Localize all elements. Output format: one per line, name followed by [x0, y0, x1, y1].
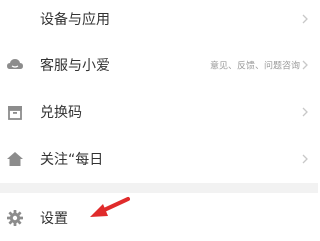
menu-item-devices[interactable]: 设备与应用 [0, 0, 318, 42]
chevron-right-icon [302, 60, 308, 70]
menu-item-label: 设置 [40, 211, 68, 227]
menu-item-label: 设备与应用 [40, 12, 110, 28]
cloud-icon [7, 59, 23, 69]
red-arrow-annotation [90, 197, 130, 217]
menu-item-customer-service[interactable]: 客服与小爱 意见、反馈、问题咨询 [0, 42, 318, 88]
section-gap [0, 183, 318, 193]
menu-item-label: 客服与小爱 [40, 58, 110, 74]
device-icon [6, 10, 24, 28]
box-icon [8, 106, 22, 120]
menu-item-label: 兑换码 [40, 105, 82, 121]
chevron-right-icon [302, 14, 308, 24]
chevron-right-icon [302, 154, 308, 164]
menu-item-follow[interactable]: 关注“每日 [0, 136, 318, 182]
gear-icon [7, 210, 23, 226]
menu-item-subtitle: 意见、反馈、问题咨询 [209, 61, 300, 72]
menu-item-redeem-code[interactable]: 兑换码 [0, 89, 318, 135]
menu-item-label: 关注“每日 [40, 152, 104, 168]
menu-item-settings[interactable]: 设置 [0, 195, 318, 241]
chevron-right-icon [302, 107, 308, 117]
home-icon [7, 152, 23, 166]
